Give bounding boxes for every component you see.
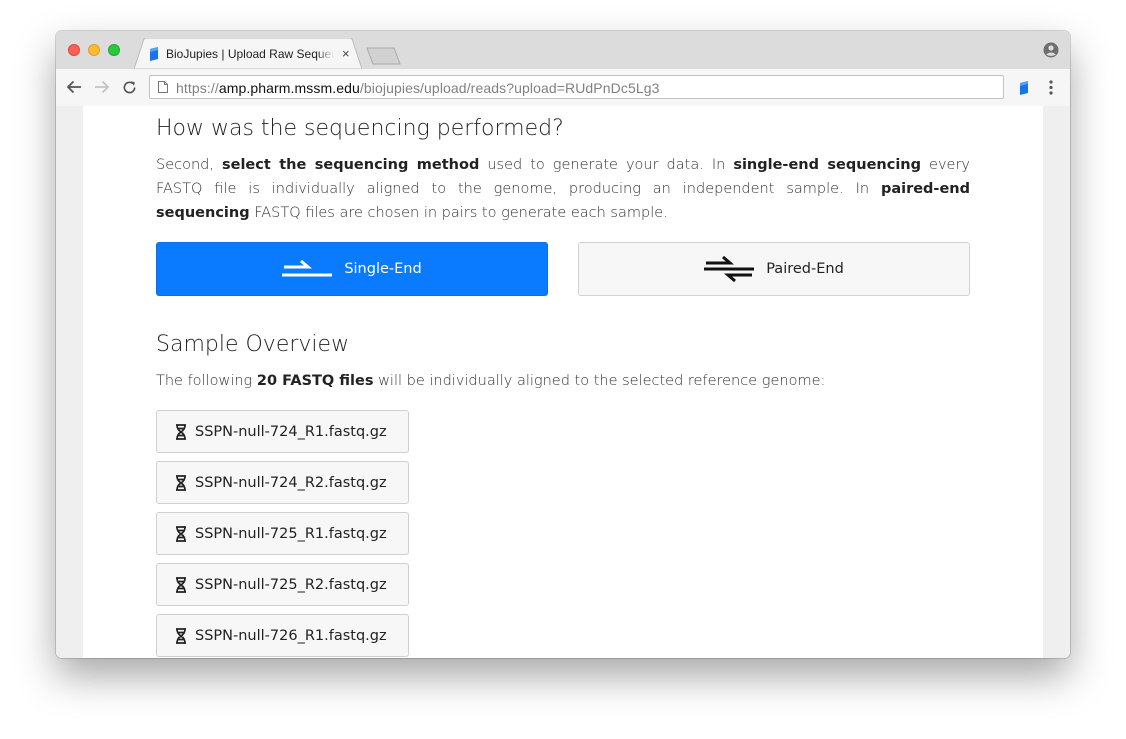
fastq-file-name: SSPN-null-724_R1.fastq.gz — [195, 423, 387, 440]
fastq-file-name: SSPN-null-726_R1.fastq.gz — [195, 627, 387, 644]
profile-icon[interactable] — [1043, 42, 1059, 58]
description-text: The following — [156, 373, 257, 389]
tab-close-icon[interactable]: × — [342, 47, 350, 60]
fastq-file-item[interactable]: SSPN-null-726_R1.fastq.gz — [156, 614, 409, 657]
paired-end-button[interactable]: Paired-End — [578, 242, 970, 296]
close-window-button[interactable] — [68, 44, 80, 56]
reload-icon[interactable] — [122, 80, 137, 95]
description-text: used to generate your data. In — [479, 157, 734, 173]
dna-icon — [176, 627, 186, 644]
sequencing-description: Second, select the sequencing method use… — [156, 153, 970, 225]
dna-icon — [176, 525, 186, 542]
fastq-file-item[interactable]: SSPN-null-724_R2.fastq.gz — [156, 461, 409, 504]
dna-icon — [176, 423, 186, 440]
browser-toolbar: https://amp.pharm.mssm.edu/biojupies/upl… — [56, 69, 1070, 107]
dna-icon — [176, 474, 186, 491]
tab-title: BioJupies | Upload Raw Sequencing Data — [166, 47, 334, 61]
fastq-file-item[interactable]: SSPN-null-724_R1.fastq.gz — [156, 410, 409, 453]
emphasis-text: select the sequencing method — [221, 157, 480, 173]
address-bar[interactable]: https://amp.pharm.mssm.edu/biojupies/upl… — [149, 75, 1004, 99]
dna-icon — [176, 576, 186, 593]
biojupies-extension-icon[interactable] — [1018, 80, 1030, 96]
url-path: /biojupies/upload/reads?upload=RUdPnDc5L… — [359, 80, 660, 96]
fastq-file-item[interactable]: SSPN-null-725_R2.fastq.gz — [156, 563, 409, 606]
url-host: amp.pharm.mssm.edu — [218, 80, 360, 96]
browser-window: BioJupies | Upload Raw Sequencing Data × — [56, 31, 1070, 658]
emphasis-text: single-end sequencing — [733, 157, 922, 173]
zoom-window-button[interactable] — [108, 44, 120, 56]
description-text: Second, — [156, 157, 222, 173]
single-end-arrow-icon — [282, 259, 333, 277]
overview-heading: Sample Overview — [156, 332, 350, 357]
page-viewport: How was the sequencing performed? Second… — [56, 106, 1070, 658]
forward-arrow-icon[interactable] — [94, 80, 110, 94]
description-text: FASTQ files are chosen in pairs to gener… — [249, 205, 668, 221]
kebab-menu-icon[interactable] — [1049, 80, 1053, 95]
single-end-label: Single-End — [344, 261, 422, 277]
paired-end-arrows-icon — [704, 255, 755, 283]
url-text: https://amp.pharm.mssm.edu/biojupies/upl… — [176, 80, 660, 96]
minimize-window-button[interactable] — [88, 44, 100, 56]
fastq-file-name: SSPN-null-725_R2.fastq.gz — [195, 576, 387, 593]
fastq-file-name: SSPN-null-724_R2.fastq.gz — [195, 474, 387, 491]
active-tab[interactable]: BioJupies | Upload Raw Sequencing Data × — [134, 38, 362, 69]
new-tab-button[interactable] — [366, 47, 402, 65]
fastq-file-item[interactable]: SSPN-null-725_R1.fastq.gz — [156, 512, 409, 555]
fastq-file-name: SSPN-null-725_R1.fastq.gz — [195, 525, 387, 542]
sequencing-heading: How was the sequencing performed? — [156, 116, 564, 141]
emphasis-text: 20 FASTQ files — [256, 373, 374, 389]
paired-end-label: Paired-End — [766, 261, 844, 277]
description-text: will be individually aligned to the sele… — [373, 373, 826, 389]
back-arrow-icon[interactable] — [66, 80, 82, 94]
url-scheme: https:// — [176, 80, 219, 96]
page-icon — [158, 81, 168, 93]
single-end-button[interactable]: Single-End — [156, 242, 548, 296]
page-content: How was the sequencing performed? Second… — [83, 106, 1043, 658]
window-controls — [68, 44, 120, 56]
biojupies-favicon-icon — [150, 47, 158, 61]
overview-description: The following 20 FASTQ files will be ind… — [156, 369, 970, 393]
tab-strip: BioJupies | Upload Raw Sequencing Data × — [56, 31, 1070, 69]
